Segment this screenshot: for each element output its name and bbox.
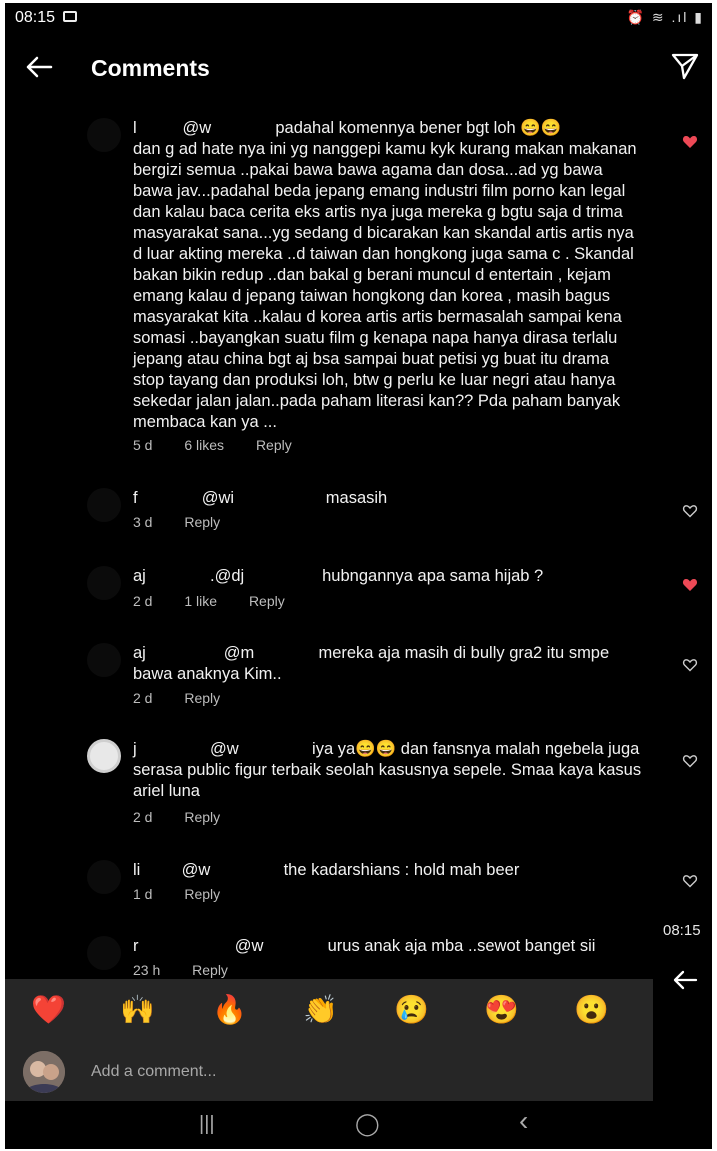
- avatar[interactable]: [87, 643, 121, 677]
- comment-meta: 3 d Reply: [133, 514, 248, 530]
- comment-meta: 5 d 6 likes Reply: [133, 437, 320, 453]
- arrow-left-icon[interactable]: [23, 51, 55, 83]
- reply-button[interactable]: Reply: [249, 593, 285, 609]
- reply-button[interactable]: Reply: [184, 809, 220, 825]
- avatar[interactable]: [87, 488, 121, 522]
- recents-button[interactable]: |||: [199, 1113, 215, 1136]
- reply-button[interactable]: Reply: [256, 437, 292, 453]
- avatar: [23, 1051, 65, 1093]
- comment-time: 2 d: [133, 593, 153, 609]
- like-count[interactable]: 6 likes: [184, 437, 224, 453]
- reply-button[interactable]: Reply: [184, 886, 220, 902]
- heart-outline-icon[interactable]: [682, 753, 698, 769]
- avatar[interactable]: [87, 566, 121, 600]
- fire-emoji-button[interactable]: 🔥: [212, 993, 247, 1027]
- comment-meta: 23 h Reply: [133, 962, 256, 978]
- comment-text: j @w iya ya😄😄 dan fansnya malah ngebela …: [133, 740, 642, 800]
- heart-eyes-emoji-button[interactable]: 😍: [484, 993, 519, 1027]
- system-icons: ⏰ ≋ .ıl ▮: [626, 9, 704, 25]
- screen: 08:15 ⏰ ≋ .ıl ▮ Comments l @w padahal ko…: [5, 3, 712, 1149]
- system-nav-bar: ||| ◯ ‹: [5, 1101, 712, 1149]
- raised-hands-emoji-button[interactable]: 🙌: [120, 993, 155, 1027]
- comment-time: 3 d: [133, 514, 153, 530]
- home-button[interactable]: ◯: [355, 1111, 380, 1137]
- like-count[interactable]: 1 like: [184, 593, 217, 609]
- comment-text: aj .@dj hubngannya apa sama hijab ?: [133, 567, 544, 585]
- reaction-bar: ❤️ 🙌 🔥 👏 😢 😍 😮 Add a comment...: [5, 979, 653, 1101]
- comment-meta: 2 d Reply: [133, 809, 248, 825]
- comment-time: 2 d: [133, 690, 153, 706]
- crying-emoji-button[interactable]: 😢: [394, 993, 429, 1027]
- comment-text: li @w the kadarshians : hold mah beer: [133, 861, 520, 879]
- comment-input[interactable]: Add a comment...: [91, 1063, 216, 1081]
- comment-text: f @wi masasih: [133, 489, 388, 507]
- image-icon: [63, 11, 77, 22]
- page-title: Comments: [91, 55, 210, 81]
- comment-meta: 1 d Reply: [133, 886, 248, 902]
- avatar[interactable]: [87, 936, 121, 970]
- header: Comments: [5, 43, 712, 98]
- comment-text: r @w urus anak aja mba ..sewot banget si…: [133, 937, 596, 955]
- avatar[interactable]: [87, 739, 121, 773]
- back-button[interactable]: ‹: [519, 1105, 528, 1137]
- heart-outline-icon[interactable]: [682, 873, 698, 889]
- reply-button[interactable]: Reply: [184, 514, 220, 530]
- reply-button[interactable]: Reply: [184, 690, 220, 706]
- reply-button[interactable]: Reply: [192, 962, 228, 978]
- heart-icon[interactable]: [682, 577, 698, 593]
- avatar[interactable]: [87, 860, 121, 894]
- comment-text: aj @m mereka aja masih di bully gra2 itu…: [133, 644, 610, 683]
- comment-time: 23 h: [133, 962, 161, 978]
- comment-time: 2 d: [133, 809, 153, 825]
- heart-outline-icon[interactable]: [682, 657, 698, 673]
- heart-icon[interactable]: [682, 134, 698, 150]
- comment-meta: 2 d Reply: [133, 690, 248, 706]
- status-time: 08:15: [15, 9, 56, 26]
- comment-meta: 2 d 1 like Reply: [133, 593, 313, 609]
- send-icon[interactable]: [670, 51, 700, 81]
- avatar[interactable]: [87, 118, 121, 152]
- comment-text: l @w padahal komennya bener bgt loh 😄😄 d…: [133, 119, 637, 431]
- status-bar: 08:15 ⏰ ≋ .ıl ▮: [5, 3, 712, 33]
- overlay-status-time: 08:15: [663, 922, 701, 939]
- heart-emoji-button[interactable]: ❤️: [31, 993, 66, 1027]
- comment-time: 1 d: [133, 886, 153, 902]
- comment-time: 5 d: [133, 437, 153, 453]
- surprised-emoji-button[interactable]: 😮: [574, 993, 609, 1027]
- clap-emoji-button[interactable]: 👏: [303, 993, 338, 1027]
- arrow-left-icon[interactable]: [670, 965, 700, 995]
- heart-outline-icon[interactable]: [682, 503, 698, 519]
